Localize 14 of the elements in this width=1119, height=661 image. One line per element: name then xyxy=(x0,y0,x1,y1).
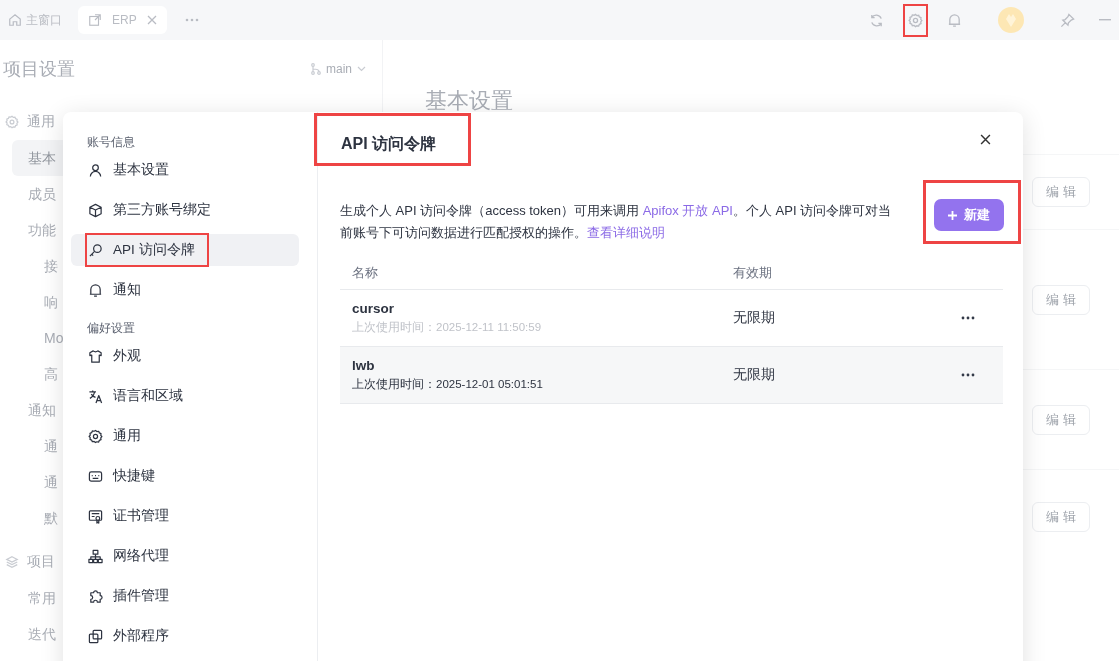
page-title: 基本设置 xyxy=(425,87,514,115)
description-text: 生成个人 API 访问令牌（access token）可用来调用 Apifox 开放 API。个人 API 访问令牌可对当前账号下可访问数据进行匹配授权的操作。查看详细说明 xyxy=(340,202,892,242)
section-label: 账号信息 xyxy=(86,134,136,151)
expiry-text: 无限期 xyxy=(733,309,776,327)
dialog-title: API 访问令牌 xyxy=(341,135,437,152)
expiry-text: 无限期 xyxy=(733,366,776,384)
sidebar-title: 项目设置 xyxy=(3,58,75,81)
section-label: 偏好设置 xyxy=(86,320,136,337)
token-name: lwb xyxy=(352,358,376,373)
column-header: 有效期 xyxy=(733,263,773,282)
highlight-frame: API 访问令牌 xyxy=(85,233,209,267)
last-used-text: 上次使用时间：2025-12-01 05:01:51 xyxy=(352,377,544,392)
token-name: cursor xyxy=(352,301,396,316)
column-header: 名称 xyxy=(352,263,379,282)
